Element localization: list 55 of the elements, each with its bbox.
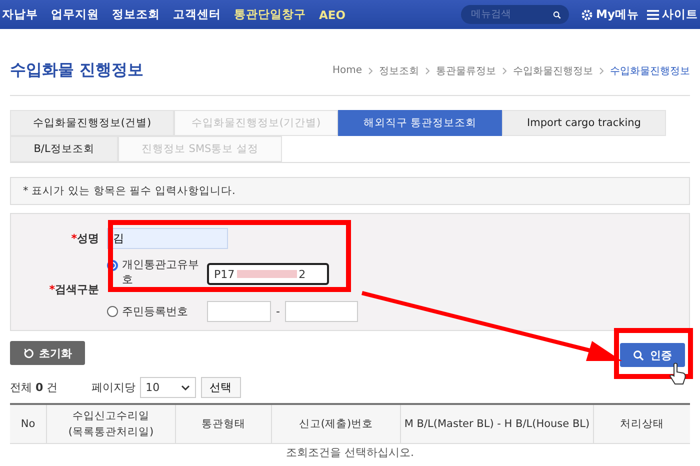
name-label: *성명: [70, 231, 100, 246]
tab[interactable]: 수입화물진행정보(건별): [10, 110, 174, 136]
search-icon[interactable]: [553, 8, 562, 20]
per-page-dropdown[interactable]: 10: [140, 377, 196, 398]
breadcrumb-link[interactable]: Home: [332, 65, 362, 76]
notice-text: * 표시가 있는 항목은 필수 입력사항입니다.: [10, 177, 690, 205]
nav-menu-item[interactable]: 고객센터: [173, 7, 221, 22]
column-header: 신고(제출)번호: [271, 405, 400, 443]
id-number-input-field[interactable]: [284, 301, 358, 322]
nav-menu-item[interactable]: AEO: [319, 8, 346, 22]
sitemap-link[interactable]: 사이트: [647, 7, 698, 22]
select-button[interactable]: 선택: [200, 377, 241, 398]
search-type-label: *검색구분: [48, 282, 100, 297]
nav-menu-item[interactable]: 통관단일창구: [234, 7, 306, 22]
radio-button[interactable]: [107, 306, 118, 317]
radio-label[interactable]: 개인통관고유부호: [122, 257, 207, 287]
breadcrumb-link[interactable]: 통관물류정보: [436, 64, 496, 78]
total-count: 전체 0 건: [10, 380, 58, 395]
tab[interactable]: B/L정보조회: [10, 136, 118, 162]
tab[interactable]: 해외직구 통관정보조회: [338, 110, 502, 136]
id-number-input-field[interactable]: [207, 301, 271, 322]
tab[interactable]: Import cargo tracking: [502, 110, 666, 136]
radio-label[interactable]: 주민등록번호: [122, 304, 207, 319]
column-header: No: [20, 417, 36, 432]
chevron-icon: [502, 66, 507, 74]
nav-menu-item[interactable]: 정보조회: [112, 7, 160, 22]
refresh-icon: [23, 348, 34, 358]
empty-table-message: 조회조건을 선택하십시오.: [285, 445, 415, 460]
chevron-down-icon: [180, 384, 190, 390]
search-icon: [633, 350, 644, 360]
hand-cursor-icon: [668, 362, 688, 386]
page-title: 수입화물 진행정보: [10, 60, 144, 81]
column-header: 통관형태: [175, 405, 271, 443]
column-header: M B/L(Master BL) - H B/L(House BL): [400, 405, 593, 443]
column-header: 처리상태: [593, 405, 690, 443]
gear-icon[interactable]: [581, 8, 594, 20]
menu-search-input[interactable]: 메뉴검색: [469, 8, 554, 21]
breadcrumb-link[interactable]: 정보조회: [379, 64, 419, 78]
name-input-field[interactable]: 김: [107, 228, 228, 249]
menu-icon[interactable]: [647, 10, 659, 20]
per-page-label: 페이지당: [92, 380, 136, 395]
verify-button[interactable]: 인증: [620, 343, 685, 367]
nav-menu-item[interactable]: 업무지원: [51, 7, 99, 22]
breadcrumb-link[interactable]: 수입화물진행정보: [610, 64, 690, 78]
my-menu-link[interactable]: My메뉴: [581, 7, 639, 22]
dash-separator: -: [276, 305, 280, 318]
chevron-icon: [368, 66, 373, 74]
column-header: 수입신고수리일 (목록통관처리일): [46, 405, 175, 443]
reset-button[interactable]: 초기화: [10, 341, 85, 365]
chevron-icon: [425, 66, 430, 74]
nav-menu-item[interactable]: 자납부: [2, 7, 38, 22]
customs-code-input-field[interactable]: P17 2: [207, 263, 329, 285]
menu-search-field[interactable]: 메뉴검색: [461, 5, 570, 24]
breadcrumb-link[interactable]: 수입화물진행정보: [513, 64, 593, 78]
chevron-icon: [599, 66, 604, 74]
